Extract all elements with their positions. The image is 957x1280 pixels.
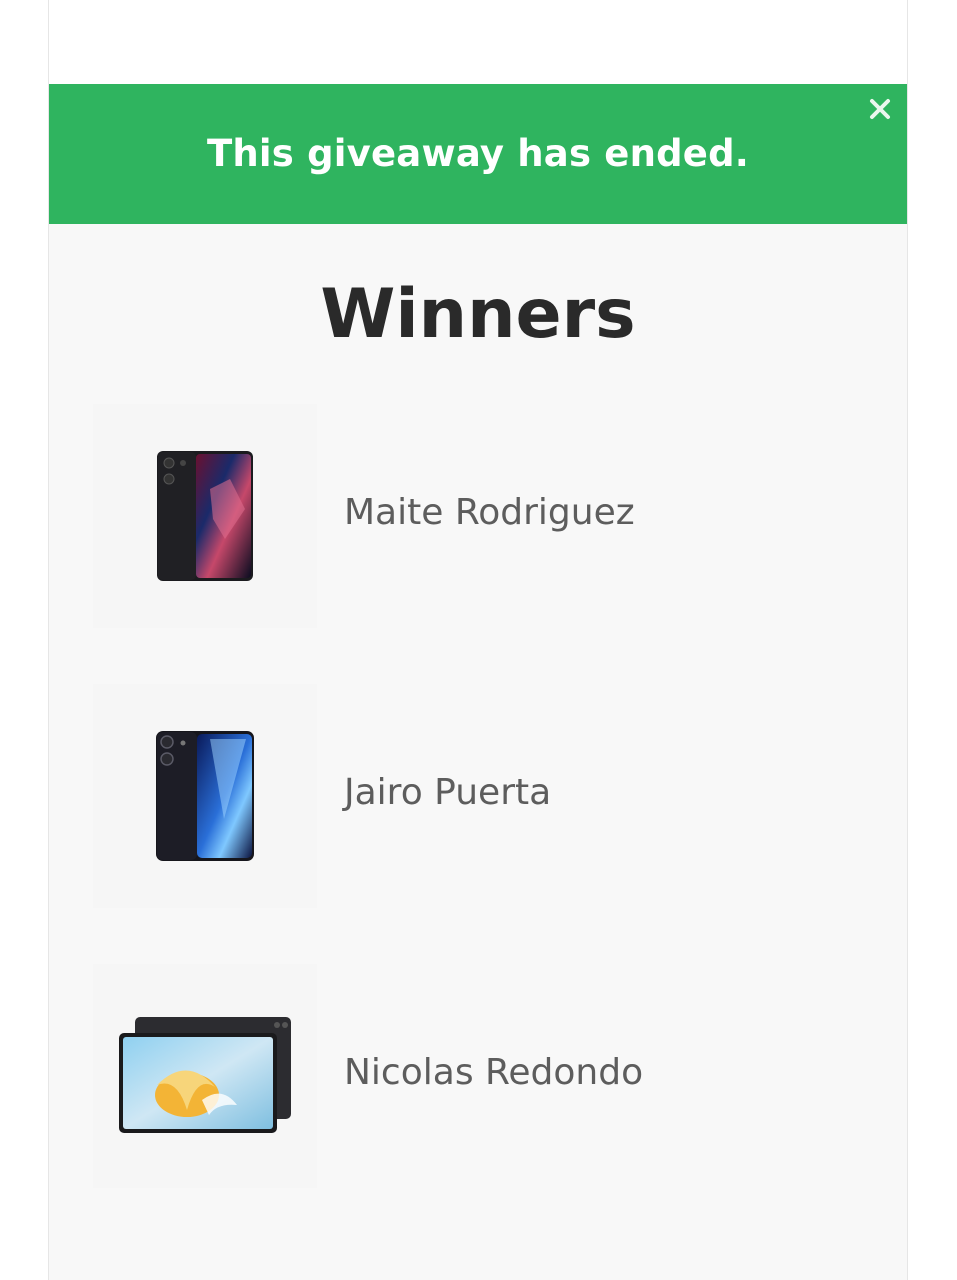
smartphone-image [156, 731, 254, 861]
winner-name: Maite Rodriguez [344, 492, 635, 533]
tablet-image [119, 1017, 291, 1133]
winner-name: Jairo Puerta [344, 772, 552, 813]
prize-thumbnail [93, 404, 317, 628]
winner-item: Maite Rodriguez [93, 404, 873, 628]
winner-name: Nicolas Redondo [344, 1052, 644, 1093]
close-button[interactable] [867, 96, 893, 122]
winner-item: Nicolas Redondo [93, 964, 873, 1188]
prize-thumbnail [93, 964, 317, 1188]
winner-item: Jairo Puerta [93, 684, 873, 908]
giveaway-ended-banner: This giveaway has ended. [49, 84, 907, 224]
smartphone-image [157, 451, 253, 581]
prize-thumbnail [93, 684, 317, 908]
banner-message: This giveaway has ended. [206, 131, 750, 175]
header-area [49, 0, 907, 84]
close-icon [870, 99, 890, 119]
winners-heading: Winners [320, 275, 636, 354]
giveaway-page: This giveaway has ended. Winners Maite R… [49, 0, 907, 1280]
